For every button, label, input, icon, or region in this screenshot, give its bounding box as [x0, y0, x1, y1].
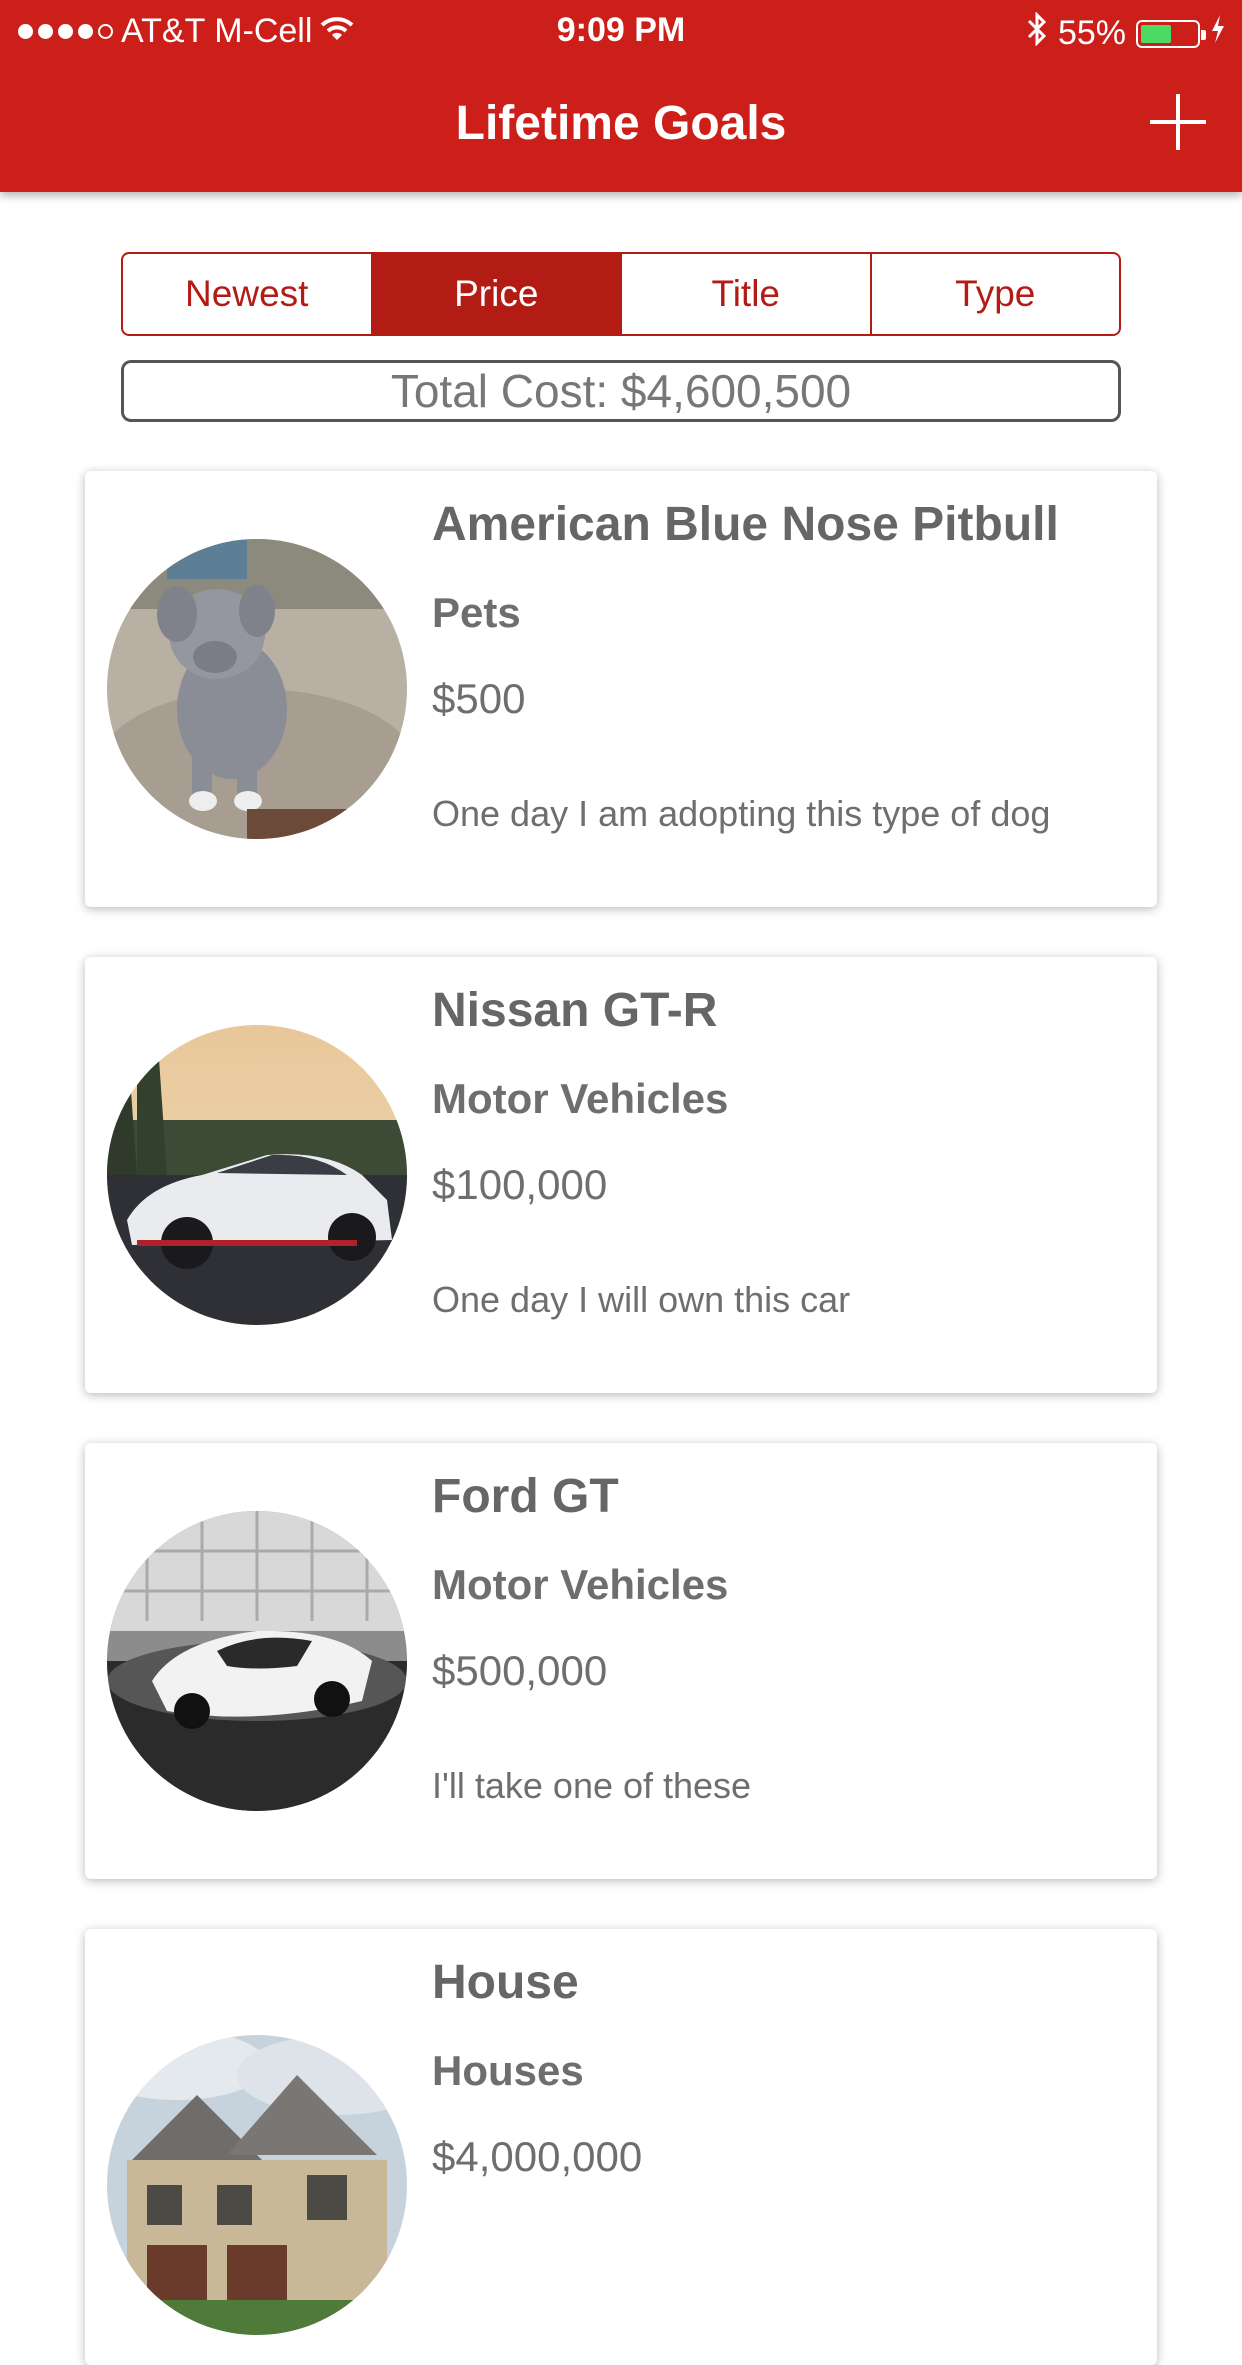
goal-type: Pets [432, 589, 521, 636]
navigation-bar: AT&T M-Cell 9:09 PM 55% Lifetime Goals [0, 0, 1242, 192]
goal-price: $500 [432, 675, 526, 722]
add-goal-button[interactable] [1150, 94, 1206, 150]
goal-type: Houses [432, 2047, 584, 2094]
goal-type: Motor Vehicles [432, 1075, 729, 1122]
page-title: Lifetime Goals [455, 97, 787, 150]
goal-card[interactable]: Nissan GT-R Motor Vehicles $100,000 One … [85, 957, 1157, 1393]
goal-title: House [432, 1956, 579, 2009]
goal-title: American Blue Nose Pitbull [432, 498, 1059, 551]
battery-percent: 55% [1057, 14, 1126, 52]
battery-fill [1141, 24, 1171, 43]
goal-title: Ford GT [432, 1470, 619, 1523]
goal-photo-house [107, 2035, 407, 2335]
battery-icon [1136, 19, 1206, 48]
goal-photo-dog [107, 539, 407, 839]
goal-description: One day I will own this car [432, 1279, 851, 1320]
goal-photo-nissan [107, 1025, 407, 1325]
goal-price: $500,000 [432, 1647, 608, 1694]
goal-card[interactable]: American Blue Nose Pitbull Pets $500 One… [85, 471, 1157, 907]
goals-list: American Blue Nose Pitbull Pets $500 One… [0, 0, 1242, 2365]
goal-card[interactable]: Ford GT Motor Vehicles $500,000 I'll tak… [85, 1443, 1157, 1879]
goal-photo-ford-gt [107, 1511, 407, 1811]
goal-price: $4,000,000 [432, 2133, 643, 2180]
goal-title: Nissan GT-R [432, 984, 718, 1037]
goal-type: Motor Vehicles [432, 1561, 729, 1608]
goal-description: One day I am adopting this type of dog [432, 793, 1051, 834]
charging-bolt-icon [1210, 14, 1226, 53]
goal-description: I'll take one of these [432, 1765, 752, 1806]
status-bar: AT&T M-Cell 9:09 PM 55% [0, 0, 1242, 62]
bluetooth-icon [1026, 11, 1048, 55]
goal-card[interactable]: House Houses $4,000,000 [85, 1929, 1157, 2365]
goal-price: $100,000 [432, 1161, 608, 1208]
status-right: 55% [1026, 11, 1226, 55]
